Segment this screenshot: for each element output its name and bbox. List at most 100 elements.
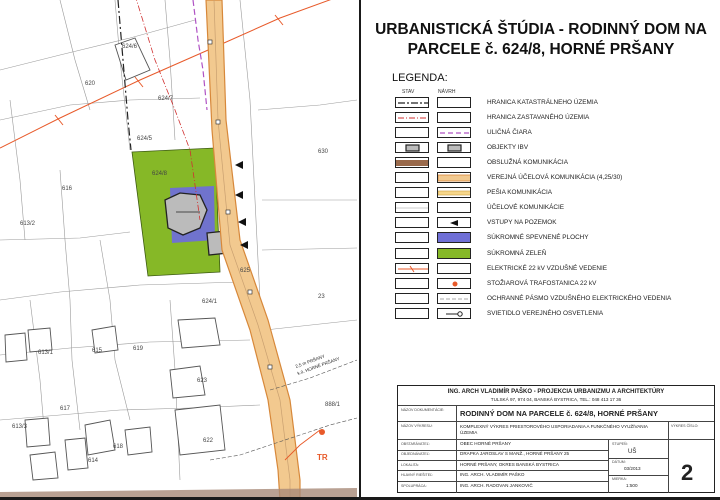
legend-label: ÚČELOVÉ KOMUNIKÁCIE bbox=[487, 204, 565, 212]
legend-label: OBSLUŽNÁ KOMUNIKÁCIA bbox=[487, 159, 568, 167]
legend-item-street-line: ULIČNÁ ČIARA bbox=[395, 127, 715, 139]
transformer-label: TR bbox=[317, 453, 328, 462]
title-block-row-label: SPOLUPRÁCA: bbox=[401, 483, 427, 488]
legend-heading: LEGENDA: bbox=[392, 72, 448, 84]
legend-item-cadastral-boundary: HRANICA KATASTRÁLNEHO ÚZEMIA bbox=[395, 97, 715, 109]
legend-symbol-proposed bbox=[437, 292, 471, 304]
legend-label: ELEKTRICKÉ 22 kV VZDUŠNÉ VEDENIE bbox=[487, 264, 608, 272]
sheet-number: 2 bbox=[681, 460, 694, 485]
title-block-row-value: ING. ARCH. RADOVAN JANKOVIČ bbox=[460, 482, 533, 488]
scale-label: MIERKA: bbox=[612, 477, 627, 481]
legend-symbol-existing bbox=[395, 157, 429, 169]
legend-symbol-existing bbox=[395, 277, 429, 289]
legend-symbol-existing bbox=[395, 97, 429, 108]
legend-symbol-existing bbox=[395, 142, 429, 154]
legend-label: ULIČNÁ ČIARA bbox=[487, 129, 532, 137]
parcel-label: 615 bbox=[92, 348, 103, 354]
legend-label: SVIETIDLO VEREJNÉHO OSVETLENIA bbox=[487, 309, 604, 317]
parcel-label: 624/5 bbox=[137, 136, 153, 142]
legend-col-existing: STAV bbox=[402, 89, 415, 95]
parcel-label: 623 bbox=[197, 378, 208, 384]
legend-symbol-proposed bbox=[437, 247, 471, 259]
legend-symbol-existing bbox=[395, 202, 429, 214]
project-label: NÁZOV DOKUMENTÁCIE: bbox=[401, 408, 445, 412]
legend-item-public-road: VEREJNÁ ÚČELOVÁ KOMUNIKÁCIA (4,25/30) bbox=[395, 172, 715, 184]
parcel-label: 624/1 bbox=[202, 299, 218, 305]
legend-item-purpose-roads: ÚČELOVÉ KOMUNIKÁCIE bbox=[395, 202, 715, 214]
legend-symbol-proposed bbox=[437, 112, 471, 124]
date-label: DÁTUM: bbox=[612, 460, 626, 464]
legend-symbol-existing bbox=[395, 127, 429, 139]
frame-divider bbox=[359, 0, 361, 500]
legend-symbol-existing bbox=[395, 172, 429, 184]
company-name: ING. ARCH VLADIMÍR PAŠKO - PROJEKCIA URB… bbox=[447, 389, 665, 395]
transformer-marker bbox=[319, 429, 325, 435]
legend-item-buildings: OBJEKTY IBV bbox=[395, 142, 715, 154]
parcel-label: 888/1 bbox=[325, 402, 341, 408]
legend-item-transformer: STOŽIAROVÁ TRAFOSTANICA 22 kV bbox=[395, 277, 715, 290]
legend-item-private-green: SÚKROMNÁ ZELEŇ bbox=[395, 247, 715, 260]
page: { "title": {"line1": "URBANISTICKÁ ŠTÚDI… bbox=[0, 0, 720, 500]
legend-item-built-up-boundary: HRANICA ZASTAVANÉHO ÚZEMIA bbox=[395, 112, 715, 124]
legend-label: OCHRANNÉ PÁSMO VZDUŠNÉHO ELEKTRICKÉHO VE… bbox=[487, 294, 672, 302]
legend-label: SÚKROMNÁ ZELEŇ bbox=[487, 249, 547, 257]
legend-item-power-line: ELEKTRICKÉ 22 kV VZDUŠNÉ VEDENIE bbox=[395, 262, 715, 275]
legend-symbol-proposed bbox=[437, 97, 471, 108]
legend-col-proposed: NÁVRH bbox=[438, 89, 456, 95]
stage-value: UŠ bbox=[628, 449, 637, 455]
parcel-label: 630 bbox=[318, 149, 329, 155]
parcel-label: 613/3 bbox=[12, 424, 28, 430]
title-block-row-label: OBSTARÁVATEĽ: bbox=[401, 442, 430, 446]
parcel-label: 614 bbox=[88, 458, 99, 464]
parcel-label: 619 bbox=[133, 346, 144, 352]
parcel-label: 613/1 bbox=[38, 350, 54, 356]
drawing-label: NÁZOV VÝKRESU: bbox=[401, 424, 433, 428]
drawing-title-line1: URBANISTICKÁ ŠTÚDIA - RODINNÝ DOM NA bbox=[375, 21, 707, 38]
parcel-label: 624/8 bbox=[152, 171, 168, 177]
title-block-row-label: HLAVNÝ RIEŠITEĽ: bbox=[401, 473, 434, 478]
parcel-label: 617 bbox=[60, 406, 71, 412]
legend-item-footpath: PEŠIA KOMUNIKÁCIA bbox=[395, 187, 715, 199]
map-drawing: 624/6 620 624/7 624/5 624/8 616 613/2 63… bbox=[0, 0, 358, 500]
legend-symbol-proposed bbox=[437, 187, 471, 199]
parcel-label: 625 bbox=[240, 268, 251, 274]
legend-label: OBJEKTY IBV bbox=[487, 144, 529, 152]
legend-item-entrance-arrow: VSTUPY NA POZEMOK bbox=[395, 217, 715, 229]
legend-label: SÚKROMNÉ SPEVNENÉ PLOCHY bbox=[487, 234, 589, 242]
company-address: TULSKÁ 97, 974 04, BANSKÁ BYSTRICA, TEL.… bbox=[490, 397, 622, 402]
legend-symbol-existing bbox=[395, 247, 429, 259]
legend-symbol-proposed bbox=[437, 172, 471, 184]
legend-symbol-existing bbox=[395, 262, 429, 274]
legend-symbol-proposed bbox=[437, 157, 471, 169]
legend-symbol-proposed bbox=[437, 217, 471, 229]
legend-symbol-existing bbox=[395, 112, 429, 124]
scale-value: 1:500 bbox=[626, 483, 638, 488]
title-block-row-value: ING. ARCH. VLADIMÍR PAŠKO bbox=[460, 472, 525, 478]
legend-label: VSTUPY NA POZEMOK bbox=[487, 219, 557, 227]
legend-symbol-existing bbox=[395, 307, 429, 319]
parcel-label: 624/7 bbox=[158, 96, 174, 102]
legend-symbol-proposed bbox=[437, 277, 471, 289]
legend-label: HRANICA KATASTRÁLNEHO ÚZEMIA bbox=[487, 99, 598, 106]
title-block: ING. ARCH VLADIMÍR PAŠKO - PROJEKCIA URB… bbox=[397, 385, 715, 493]
parcel-label: 618 bbox=[113, 444, 124, 450]
title-block-row-label: OBJEDNÁVATEĽ: bbox=[401, 452, 430, 457]
legend-label: STOŽIAROVÁ TRAFOSTANICA 22 kV bbox=[487, 279, 597, 287]
legend-label: VEREJNÁ ÚČELOVÁ KOMUNIKÁCIA (4,25/30) bbox=[487, 174, 623, 182]
title-block-row-value: DRAPKA JAROSLAV S MANŽ., HORNÉ PRŠANY 25 bbox=[460, 451, 570, 457]
legend-symbol-proposed bbox=[437, 262, 471, 274]
legend-symbol-existing bbox=[395, 187, 429, 199]
legend-symbol-proposed bbox=[437, 127, 471, 139]
parcel-label: 622 bbox=[203, 438, 214, 444]
sheet-label: VÝKRES ČÍSLO: bbox=[671, 424, 699, 428]
legend-item-service-road: OBSLUŽNÁ KOMUNIKÁCIA bbox=[395, 157, 715, 169]
legend-symbol-existing bbox=[395, 217, 429, 229]
parcel-label: 613/2 bbox=[20, 221, 36, 227]
legend-symbol-existing bbox=[395, 232, 429, 244]
legend-item-street-light: SVIETIDLO VEREJNÉHO OSVETLENIA bbox=[395, 307, 715, 320]
drawing-name: KOMPLEXNÝ VÝKRES PRIESTOROVÉHO USPORIADA… bbox=[460, 424, 648, 435]
legend-symbol-proposed bbox=[437, 307, 471, 319]
legend-symbol-proposed bbox=[437, 142, 471, 154]
parcel-label: 616 bbox=[62, 186, 73, 192]
title-block-row-value: OBEC HORNÉ PRŠANY bbox=[460, 441, 512, 446]
